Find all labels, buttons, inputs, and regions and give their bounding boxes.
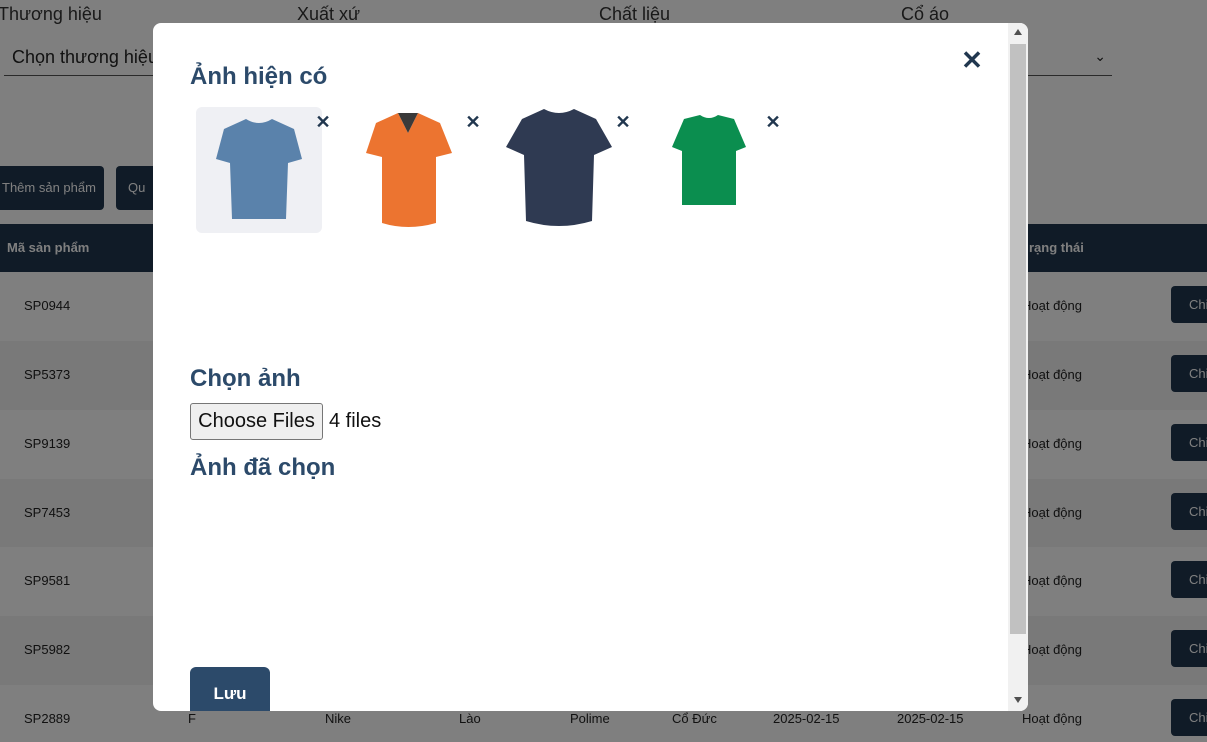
existing-images-heading: Ảnh hiện có xyxy=(190,63,328,90)
orange-polo-image xyxy=(366,113,452,227)
save-button[interactable]: Lưu xyxy=(190,667,270,711)
file-count: 4 files xyxy=(329,410,382,432)
navy-tshirt-image xyxy=(506,109,612,226)
modal-scrollbar[interactable] xyxy=(1008,23,1028,711)
choose-files-button[interactable]: Choose Files xyxy=(190,403,323,440)
scroll-thumb[interactable] xyxy=(1010,44,1026,634)
remove-image-icon[interactable]: ✕ xyxy=(612,111,634,133)
image-modal: ✕ Ảnh hiện có ✕ ✕ ✕ ✕ Chọn ảnh Choose Fi… xyxy=(153,23,1028,711)
choose-images-heading: Chọn ảnh xyxy=(190,365,301,392)
remove-image-icon[interactable]: ✕ xyxy=(462,111,484,133)
remove-image-icon[interactable]: ✕ xyxy=(312,111,334,133)
remove-image-icon[interactable]: ✕ xyxy=(762,111,784,133)
selected-images-heading: Ảnh đã chọn xyxy=(190,454,336,481)
scroll-up-arrow-icon[interactable] xyxy=(1014,29,1022,35)
scroll-down-arrow-icon[interactable] xyxy=(1014,697,1022,703)
existing-image-thumb: ✕ xyxy=(646,107,781,233)
existing-image-thumb: ✕ xyxy=(496,107,631,233)
close-icon[interactable]: ✕ xyxy=(959,47,985,73)
existing-image-thumb: ✕ xyxy=(346,107,481,233)
existing-image-thumb: ✕ xyxy=(196,107,331,233)
blue-tshirt-image xyxy=(196,107,322,233)
green-tshirt-image xyxy=(672,115,746,205)
